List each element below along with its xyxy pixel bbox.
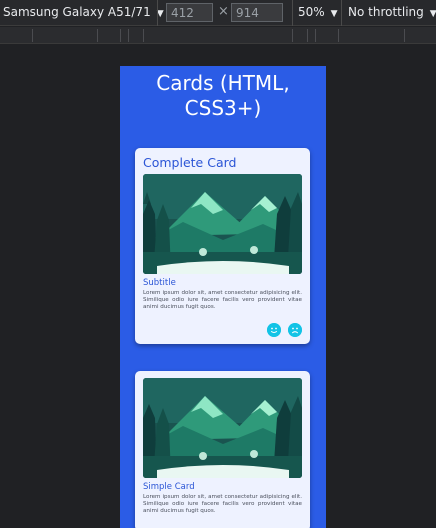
- throttling-value: No throttling: [348, 5, 424, 19]
- media-tick: [120, 29, 121, 42]
- height-input[interactable]: [231, 3, 283, 22]
- device-toolbar: Samsung Galaxy A51/71▼ × 50%▼ No throttl…: [0, 0, 436, 26]
- device-select[interactable]: Samsung Galaxy A51/71 ▼: [3, 5, 164, 19]
- media-tick: [307, 29, 308, 42]
- simple-card: Simple Card Lorem ipsum dolor sit, amet …: [135, 371, 310, 528]
- chevron-down-icon: ▼: [429, 9, 436, 19]
- media-tick: [32, 29, 33, 42]
- chevron-down-icon: ▼: [330, 9, 338, 19]
- toolbar-divider: [341, 0, 342, 26]
- emulated-viewport: Cards (HTML, CSS3+) Complete Card Subtit…: [120, 66, 326, 528]
- zoom-value: 50%: [298, 5, 325, 19]
- toolbar-divider: [157, 0, 158, 26]
- media-tick: [315, 29, 316, 42]
- card-body-text: Lorem ipsum dolor sit, amet consectetur …: [143, 290, 302, 310]
- media-tick: [292, 29, 293, 42]
- card-subtitle: Simple Card: [143, 482, 195, 492]
- media-tick: [404, 29, 405, 42]
- media-tick: [97, 29, 98, 42]
- media-query-bar[interactable]: [0, 27, 436, 44]
- smile-icon[interactable]: [267, 323, 281, 337]
- card-subtitle: Subtitle: [143, 278, 176, 288]
- media-tick: [338, 29, 339, 42]
- media-tick: [143, 29, 144, 42]
- dimension-separator: ×: [218, 4, 229, 19]
- complete-card: Complete Card Subtitle Lorem ipsum dolor…: [135, 148, 310, 344]
- card-body-text: Lorem ipsum dolor sit, amet consectetur …: [143, 494, 302, 514]
- landscape-image: [143, 378, 302, 478]
- toolbar-divider: [292, 0, 293, 26]
- throttling-select[interactable]: No throttling ▼: [348, 5, 436, 19]
- landscape-image: [143, 174, 302, 274]
- page-title: Cards (HTML, CSS3+): [156, 71, 290, 120]
- sad-icon[interactable]: [288, 323, 302, 337]
- card-actions: [267, 323, 302, 337]
- zoom-select[interactable]: 50% ▼: [298, 5, 338, 19]
- card-title: Complete Card: [143, 155, 237, 170]
- device-name: Samsung Galaxy A51/71: [3, 5, 151, 19]
- width-input[interactable]: [166, 3, 213, 22]
- media-tick: [128, 29, 129, 42]
